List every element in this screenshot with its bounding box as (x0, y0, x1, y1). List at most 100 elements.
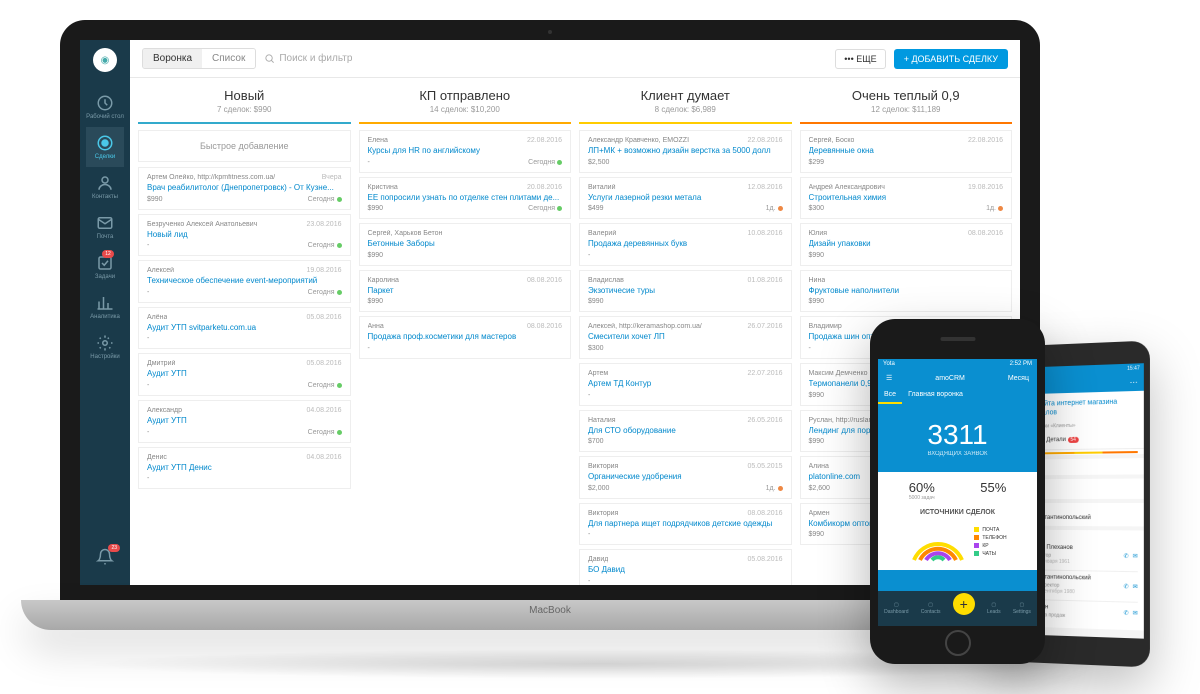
card-title: Артем ТД Контур (588, 379, 783, 389)
deal-card[interactable]: Нина Фруктовые наполнители $990 (800, 270, 1013, 313)
card-date: 05.05.2015 (747, 463, 782, 470)
deal-card[interactable]: Алёна05.08.2016 Аудит УТП svitparketu.co… (138, 307, 351, 350)
card-status: Сегодня (308, 429, 342, 436)
deal-card[interactable]: Александр04.08.2016 Аудит УТП -Сегодня (138, 400, 351, 443)
deal-card[interactable]: Денис04.08.2016 Аудит УТП Денис - (138, 447, 351, 490)
deal-card[interactable]: Наталия26.05.2016 Для СТО оборудование $… (579, 410, 792, 453)
call-icon[interactable]: ✆ (1124, 553, 1129, 560)
phone-add-button[interactable]: + (953, 593, 975, 615)
card-title: Дизайн упаковки (809, 239, 1004, 249)
card-price: - (147, 289, 149, 296)
card-price: - (588, 392, 590, 399)
notifications-icon[interactable]: 23 (80, 541, 130, 575)
phone-nav-contacts[interactable]: ▢Contacts (921, 602, 941, 615)
deal-card[interactable]: Артем Олейко, http://kpmfitness.com.ua/В… (138, 167, 351, 210)
deal-card[interactable]: Виктория08.08.2016 Для партнера ищет под… (579, 503, 792, 546)
add-deal-button[interactable]: + ДОБАВИТЬ СДЕЛКУ (894, 49, 1008, 69)
card-contact: Кристина (368, 184, 398, 191)
deal-card[interactable]: Анна08.08.2016 Продажа проф.косметики дл… (359, 316, 572, 359)
nav-dashboard[interactable]: Рабочий стол (86, 87, 124, 127)
quick-add[interactable]: Быстрое добавление (138, 130, 351, 162)
phone-tab-funnel[interactable]: Главная воронка (902, 387, 969, 404)
period-selector[interactable]: Месяц (1008, 375, 1029, 382)
card-price: - (147, 475, 149, 482)
message-icon[interactable]: ✉ (1133, 610, 1138, 617)
card-date: 26.07.2016 (747, 323, 782, 330)
deal-card[interactable]: Каролина08.08.2016 Паркет $990 (359, 270, 572, 313)
nav-mail[interactable]: Почта (86, 207, 124, 247)
card-title: Услуги лазерной резки метала (588, 193, 783, 203)
card-title: Техническое обеспечение event-мероприяти… (147, 276, 342, 286)
card-date: 04.08.2016 (306, 454, 341, 461)
deal-card[interactable]: Давид05.08.2016 БО Давид - (579, 549, 792, 585)
search-icon (264, 53, 275, 64)
message-icon[interactable]: ✉ (1133, 553, 1138, 560)
nav-analytics[interactable]: Аналитика (86, 287, 124, 327)
deal-card[interactable]: Сергей, Боско22.08.2016 Деревянные окна … (800, 130, 1013, 173)
nav-contacts[interactable]: Контакты (86, 167, 124, 207)
deal-card[interactable]: Артем22.07.2016 Артем ТД Контур - (579, 363, 792, 406)
laptop-brand: MacBook (529, 605, 571, 616)
deal-card[interactable]: Сергей, Харьков Бетон Бетонные Заборы $9… (359, 223, 572, 266)
card-title: Деревянные окна (809, 146, 1004, 156)
phone-nav-settings[interactable]: ▢Settings (1013, 602, 1031, 615)
deal-card[interactable]: Александр Кравченко, EMOZZI22.08.2016 ЛП… (579, 130, 792, 173)
deal-card[interactable]: Владислав01.08.2016 Экзотичесие туры $99… (579, 270, 792, 313)
deal-card[interactable]: Валерий10.08.2016 Продажа деревянных бук… (579, 223, 792, 266)
phone-nav-leads[interactable]: ▢Leads (987, 602, 1001, 615)
dashboard-icon (96, 94, 114, 112)
card-contact: Алина (809, 463, 829, 470)
message-icon[interactable]: ✉ (1133, 583, 1138, 590)
deal-card[interactable]: Виталий12.08.2016 Услуги лазерной резки … (579, 177, 792, 220)
call-icon[interactable]: ✆ (1124, 610, 1129, 617)
card-date: 08.08.2016 (968, 230, 1003, 237)
card-price: $990 (809, 438, 825, 445)
card-contact: Нина (809, 277, 826, 284)
nav-deals[interactable]: Сделки (86, 127, 124, 167)
card-title: Аудит УТП svitparketu.com.ua (147, 323, 342, 333)
nav-settings[interactable]: Настройки (86, 327, 124, 367)
view-list-button[interactable]: Список (202, 49, 255, 68)
phone-tab-all[interactable]: Все (878, 387, 902, 404)
phone-app-title: amoCRM (935, 375, 965, 382)
deal-card[interactable]: Алексей, http://keramashop.com.ua/26.07.… (579, 316, 792, 359)
tab-details[interactable]: Детали 54 (1041, 433, 1085, 450)
deal-card[interactable]: Кристина20.08.2016 ЕЕ попросили узнать п… (359, 177, 572, 220)
card-title: Для СТО оборудование (588, 426, 783, 436)
column-2: Клиент думает8 сделок: $6,989 Александр … (575, 78, 796, 585)
card-contact: Сергей, Боско (809, 137, 855, 144)
card-date: 20.08.2016 (527, 184, 562, 191)
deal-card[interactable]: Алексей19.08.2016 Техническое обеспечени… (138, 260, 351, 303)
card-contact: Владислав (588, 277, 624, 284)
nav-tasks[interactable]: Задачи12 (86, 247, 124, 287)
card-title: Продажа проф.косметики для мастеров (368, 332, 563, 342)
card-title: Аудит УТП (147, 416, 342, 426)
search-input[interactable]: Поиск и фильтр (264, 53, 352, 64)
column-stats: 12 сделок: $11,189 (800, 105, 1013, 114)
view-funnel-button[interactable]: Воронка (143, 49, 202, 68)
deal-card[interactable]: Дмитрий05.08.2016 Аудит УТП -Сегодня (138, 353, 351, 396)
card-price: $990 (809, 531, 825, 538)
card-title: БО Давид (588, 565, 783, 575)
card-price: $990 (147, 196, 163, 203)
card-price: - (368, 345, 370, 352)
card-date: 12.08.2016 (747, 184, 782, 191)
card-contact: Армен (809, 510, 830, 517)
menu-icon[interactable]: ☰ (886, 374, 892, 382)
column-title: Новый (138, 88, 351, 103)
card-date: 05.08.2016 (306, 360, 341, 367)
more-button[interactable]: ••• ЕЩЕ (835, 49, 885, 69)
app-logo[interactable]: ◉ (93, 48, 117, 72)
phone-nav-dashboard[interactable]: ▢Dashboard (884, 602, 908, 615)
deal-card[interactable]: Юлия08.08.2016 Дизайн упаковки $990 (800, 223, 1013, 266)
deal-card[interactable]: Виктория05.05.2015 Органические удобрени… (579, 456, 792, 499)
home-button[interactable] (945, 630, 971, 656)
column-title: КП отправлено (359, 88, 572, 103)
deal-card[interactable]: Андрей Александрович19.08.2016 Строитель… (800, 177, 1013, 220)
deal-card[interactable]: Елена22.08.2016 Курсы для HR по английск… (359, 130, 572, 173)
call-icon[interactable]: ✆ (1124, 583, 1129, 590)
card-price: $990 (809, 298, 825, 305)
card-status: 1д. (986, 205, 1003, 212)
card-price: $700 (588, 438, 604, 445)
deal-card[interactable]: Безрученко Алексей Анатольевич23.08.2016… (138, 214, 351, 257)
